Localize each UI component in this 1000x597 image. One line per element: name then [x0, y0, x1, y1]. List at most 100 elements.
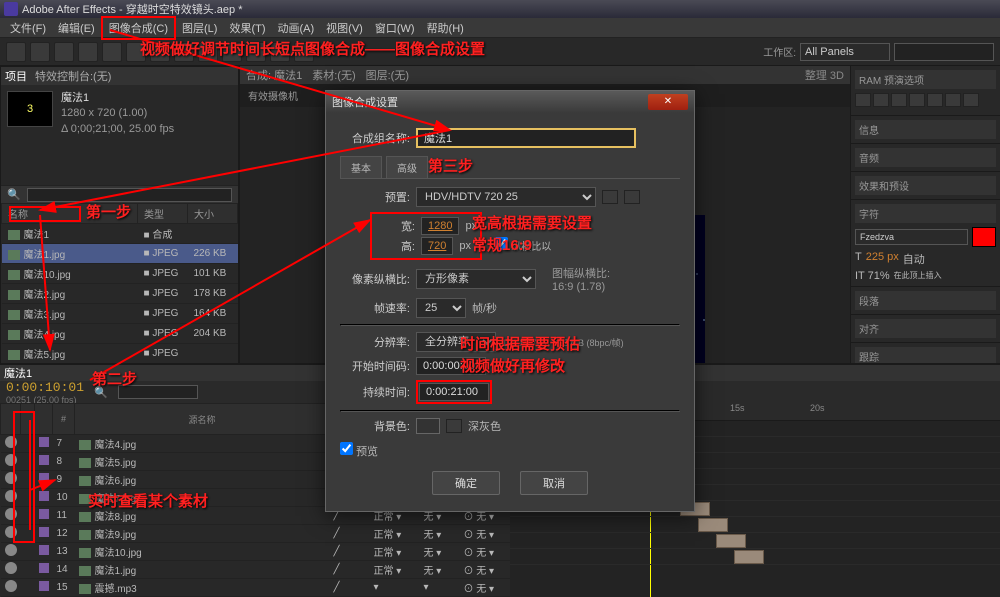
par-select[interactable]: 方形像素	[416, 269, 536, 289]
comp-thumbnail[interactable]: 3	[7, 91, 53, 127]
project-row[interactable]: 魔法5.jpg■ JPEG	[2, 344, 238, 364]
cancel-button[interactable]: 取消	[520, 471, 588, 495]
col-name[interactable]: 名称	[2, 204, 138, 224]
workspace-select[interactable]: All Panels	[800, 43, 890, 61]
mask-tool[interactable]	[150, 42, 170, 62]
item-preview: 3 魔法1 1280 x 720 (1.00) Δ 0;00;21;00, 25…	[1, 85, 238, 185]
selection-tool[interactable]	[6, 42, 26, 62]
project-tab[interactable]: 项目	[5, 68, 27, 84]
layer-tab[interactable]: 图层:(无)	[366, 67, 409, 83]
timeline-search[interactable]	[118, 385, 198, 399]
menu-edit[interactable]: 编辑(E)	[52, 18, 101, 38]
menu-view[interactable]: 视图(V)	[320, 18, 369, 38]
align-panel[interactable]: 对齐	[855, 319, 996, 338]
menu-help[interactable]: 帮助(H)	[421, 18, 470, 38]
pen-tool[interactable]	[174, 42, 194, 62]
bg-label: 背景色:	[340, 418, 410, 434]
tl-search-icon[interactable]: 🔍	[94, 386, 108, 399]
eyedropper-icon[interactable]	[446, 419, 462, 433]
track[interactable]	[510, 533, 1000, 549]
menubar[interactable]: 文件(F) 编辑(E) 图像合成(C) 图层(L) 效果(T) 动画(A) 视图…	[0, 18, 1000, 38]
camera-tool[interactable]	[102, 42, 122, 62]
tab-advanced[interactable]: 高级	[386, 156, 428, 178]
project-search[interactable]	[27, 188, 232, 202]
bg-color-swatch[interactable]	[416, 418, 440, 434]
font-select[interactable]: Fzedzva	[855, 229, 968, 245]
layer-row[interactable]: 12魔法9.jpg╱正常 ▾无 ▾⊙ 无 ▾	[1, 525, 510, 543]
project-row[interactable]: 魔法10.jpg■ JPEG101 KB	[2, 264, 238, 284]
preview-panel: RAM 预演选项	[851, 66, 1000, 116]
hand-tool[interactable]	[30, 42, 50, 62]
menu-window[interactable]: 窗口(W)	[369, 18, 421, 38]
duration-input[interactable]	[419, 383, 489, 401]
play-prev[interactable]	[873, 93, 889, 107]
menu-composition[interactable]: 图像合成(C)	[101, 16, 176, 40]
start-timecode-input[interactable]	[416, 357, 486, 375]
clip[interactable]	[698, 518, 728, 532]
eraser-tool[interactable]	[270, 42, 290, 62]
col-type[interactable]: 类型	[138, 204, 188, 224]
dialog-close-button[interactable]: ✕	[648, 94, 688, 110]
clip[interactable]	[734, 550, 764, 564]
par-label: 像素纵横比:	[340, 271, 410, 287]
dialog-tabs: 基本 高级	[340, 156, 680, 179]
app-icon	[4, 2, 18, 16]
ok-button[interactable]: 确定	[432, 471, 500, 495]
composition-settings-dialog: 图像合成设置 ✕ 合成组名称: 基本 高级 预置: HDV/HDTV 720 2…	[325, 90, 695, 512]
preview-checkbox[interactable]	[340, 442, 353, 455]
3d-toggle[interactable]: 整理 3D	[805, 67, 844, 83]
search-help[interactable]	[894, 43, 994, 61]
text-color[interactable]	[972, 227, 996, 247]
comp-dims: 1280 x 720 (1.00)	[61, 106, 174, 121]
lock-aspect-checkbox[interactable]	[495, 237, 508, 250]
pan-tool[interactable]	[126, 42, 146, 62]
comp-tab[interactable]: 合成: 魔法1	[246, 67, 302, 83]
dialog-titlebar[interactable]: 图像合成设置 ✕	[326, 91, 694, 113]
fps-select[interactable]: 25	[416, 298, 466, 318]
preset-select[interactable]: HDV/HDTV 720 25	[416, 187, 596, 207]
play-mute[interactable]	[963, 93, 979, 107]
tab-basic[interactable]: 基本	[340, 156, 382, 178]
info-panel[interactable]: 信息	[855, 120, 996, 139]
brush-tool[interactable]	[222, 42, 242, 62]
effects-panel[interactable]: 效果和预设	[855, 176, 996, 195]
clip[interactable]	[716, 534, 746, 548]
layer-row[interactable]: 14魔法1.jpg╱正常 ▾无 ▾⊙ 无 ▾	[1, 561, 510, 579]
project-row[interactable]: 魔法4.jpg■ JPEG204 KB	[2, 324, 238, 344]
font-size[interactable]: 225 px	[866, 251, 899, 267]
play-loop[interactable]	[945, 93, 961, 107]
footage-tab[interactable]: 素材:(无)	[312, 67, 355, 83]
menu-animation[interactable]: 动画(A)	[272, 18, 321, 38]
col-size[interactable]: 大小	[188, 204, 238, 224]
res-select[interactable]: 全分辨率	[416, 332, 496, 352]
menu-file[interactable]: 文件(F)	[4, 18, 52, 38]
width-input[interactable]: 1280	[421, 217, 459, 235]
audio-panel[interactable]: 音频	[855, 148, 996, 167]
preset-delete[interactable]	[624, 190, 640, 204]
preset-save[interactable]	[602, 190, 618, 204]
menu-layer[interactable]: 图层(L)	[176, 18, 223, 38]
search-icon[interactable]: 🔍	[7, 188, 21, 201]
project-row[interactable]: 魔法1.jpg■ JPEG226 KB	[2, 244, 238, 264]
menu-effect[interactable]: 效果(T)	[223, 18, 271, 38]
text-tool[interactable]	[198, 42, 218, 62]
zoom-tool[interactable]	[54, 42, 74, 62]
timecode[interactable]: 0:00:10:01	[6, 380, 84, 395]
project-row[interactable]: 魔法3.jpg■ JPEG164 KB	[2, 304, 238, 324]
play-next[interactable]	[909, 93, 925, 107]
play-first[interactable]	[855, 93, 871, 107]
paragraph-panel[interactable]: 段落	[855, 291, 996, 310]
project-row[interactable]: 魔法1■ 合成	[2, 224, 238, 244]
comp-name-input[interactable]	[416, 128, 636, 148]
play-btn[interactable]	[891, 93, 907, 107]
project-row[interactable]: 魔法2.jpg■ JPEG178 KB	[2, 284, 238, 304]
height-input[interactable]: 720	[421, 237, 453, 255]
puppet-tool[interactable]	[294, 42, 314, 62]
layer-row[interactable]: 15震撼.mp3╱ ▾ ▾⊙ 无 ▾	[1, 579, 510, 597]
play-last[interactable]	[927, 93, 943, 107]
rotate-tool[interactable]	[78, 42, 98, 62]
layer-row[interactable]: 13魔法10.jpg╱正常 ▾无 ▾⊙ 无 ▾	[1, 543, 510, 561]
effects-tab[interactable]: 特效控制台:(无)	[35, 68, 111, 84]
track[interactable]	[510, 517, 1000, 533]
stamp-tool[interactable]	[246, 42, 266, 62]
